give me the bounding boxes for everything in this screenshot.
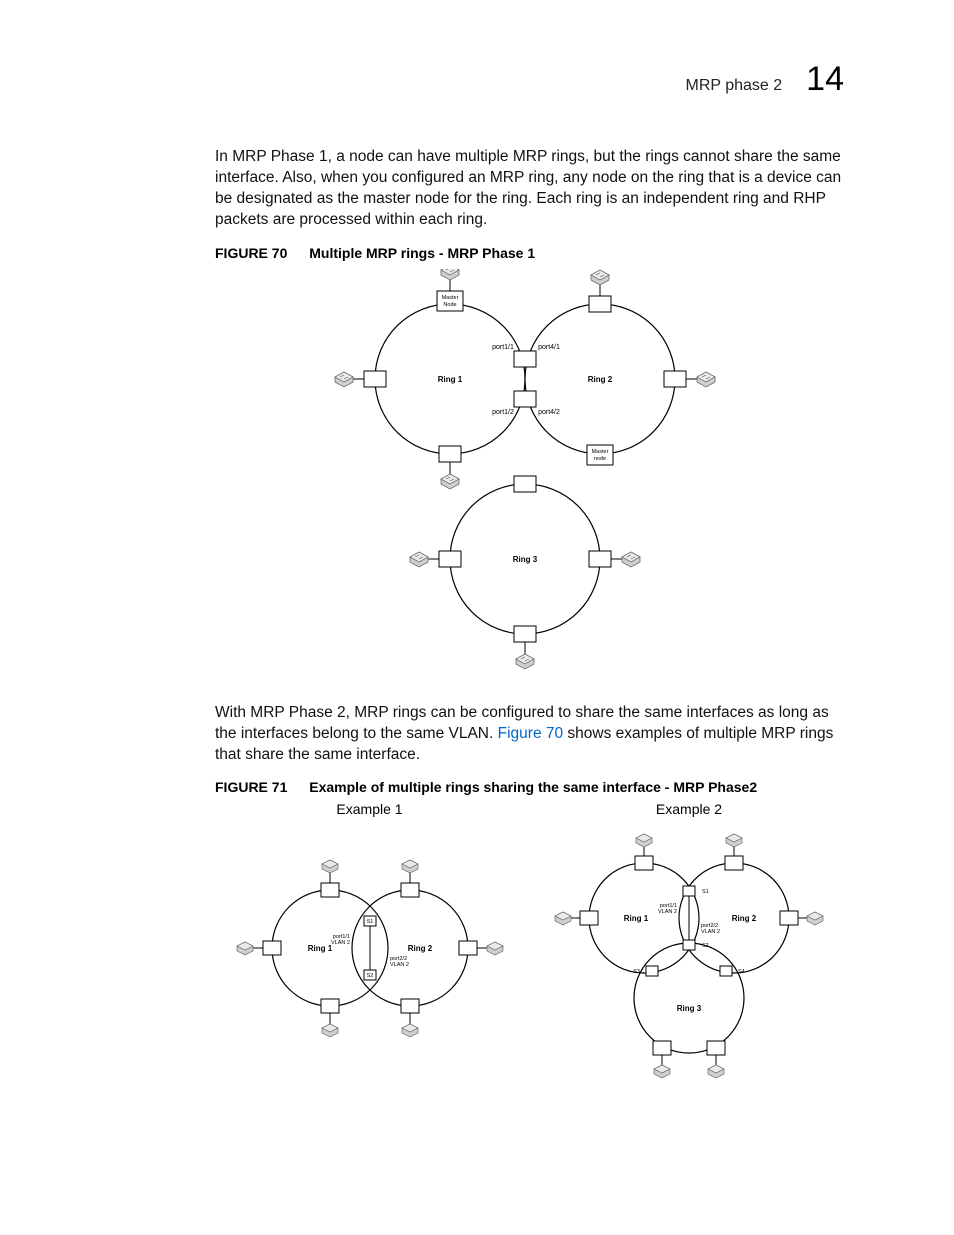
example-2: Example 2 Ring 1 Ring 2 Ring 3	[534, 801, 844, 1088]
svg-text:node: node	[593, 456, 605, 462]
example-1-label: Example 1	[215, 801, 524, 817]
paragraph-2: With MRP Phase 2, MRP rings can be confi…	[215, 703, 844, 766]
svg-text:Node: Node	[443, 302, 456, 308]
ex2-ring2-label: Ring 2	[732, 914, 757, 923]
svg-text:VLAN 2: VLAN 2	[658, 909, 677, 915]
master-node2-label: Master	[591, 449, 608, 455]
ex1-ring2-label: Ring 2	[407, 944, 432, 953]
example-1: Example 1 Ring 1 Ring 2 S1	[215, 801, 524, 1088]
figure-number: FIGURE 70	[215, 245, 287, 261]
ex2-s4-label: S4	[738, 969, 745, 975]
ex2-ring1-label: Ring 1	[624, 914, 649, 923]
ring1-label: Ring 1	[437, 375, 462, 384]
ex2-s1-label: S1	[702, 889, 709, 895]
chapter-number: 14	[806, 60, 844, 99]
figure-number-71: FIGURE 71	[215, 779, 287, 795]
master-node-label: Master	[441, 295, 458, 301]
ex1-s2-label: S2	[366, 973, 373, 979]
figure-70-link[interactable]: Figure 70	[498, 725, 563, 742]
ex1-s1-label: S1	[366, 919, 373, 925]
port41-label: port4/1	[538, 344, 560, 351]
figure-71-caption: FIGURE 71 Example of multiple rings shar…	[215, 779, 844, 795]
page: MRP phase 2 14 In MRP Phase 1, a node ca…	[0, 0, 954, 1235]
ex2-s2-label: S2	[702, 943, 709, 949]
figure-70-caption: FIGURE 70 Multiple MRP rings - MRP Phase…	[215, 245, 844, 261]
figure-71-diagram: Example 1 Ring 1 Ring 2 S1	[215, 801, 844, 1088]
svg-text:VLAN 2: VLAN 2	[390, 962, 409, 968]
ex1-ring1-label: Ring 1	[307, 944, 332, 953]
ring3-label: Ring 3	[512, 555, 537, 564]
ex2-ring3-label: Ring 3	[677, 1004, 702, 1013]
port11-label: port1/1	[492, 344, 514, 351]
figure-title: Multiple MRP rings - MRP Phase 1	[309, 245, 535, 261]
svg-text:VLAN 2: VLAN 2	[701, 929, 720, 935]
header-title: MRP phase 2	[686, 77, 783, 95]
figure-title-71: Example of multiple rings sharing the sa…	[309, 779, 757, 795]
svg-text:VLAN 2: VLAN 2	[331, 940, 350, 946]
port42-label: port4/2	[538, 409, 560, 416]
ring2-label: Ring 2	[587, 375, 612, 384]
figure-70-diagram: Ring 1 Ring 2 Ring 3 port1/1 port4/1 por…	[215, 269, 844, 689]
example-2-label: Example 2	[534, 801, 844, 817]
paragraph-1: In MRP Phase 1, a node can have multiple…	[215, 147, 844, 231]
port12-label: port1/2	[492, 409, 514, 416]
page-header: MRP phase 2 14	[215, 60, 844, 99]
ex2-s3-label: S3	[633, 969, 640, 975]
